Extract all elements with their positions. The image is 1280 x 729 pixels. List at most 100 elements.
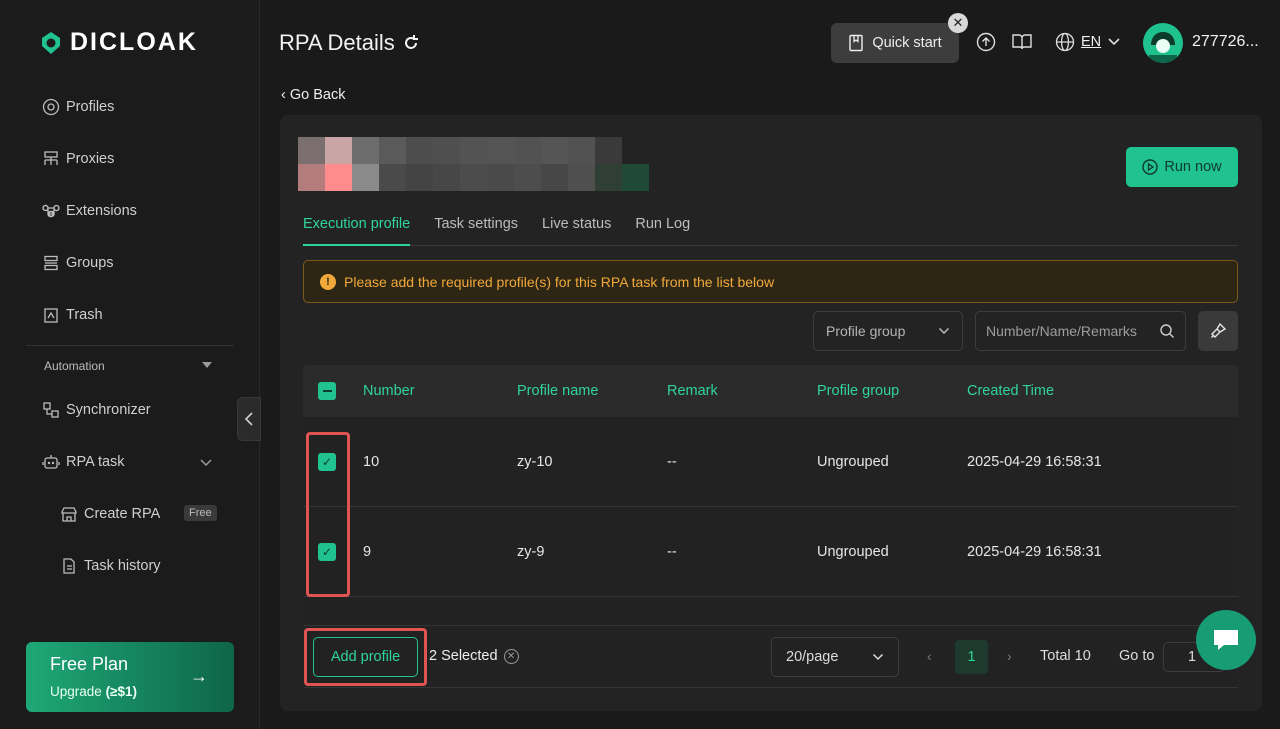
add-profile-highlight [304, 628, 427, 686]
cell-created-time: 2025-04-29 16:58:31 [967, 543, 1102, 560]
chevron-down-icon[interactable] [199, 458, 213, 468]
warning-alert: ! Please add the required profile(s) for… [303, 260, 1238, 303]
sidebar-item-label: Task history [84, 558, 161, 574]
brand-logo[interactable]: DICLOAK [38, 28, 198, 57]
plan-title: Free Plan [50, 654, 129, 674]
layers-icon [44, 255, 58, 271]
cell-remark: -- [667, 453, 677, 470]
sidebar-item-label: Proxies [66, 151, 115, 167]
globe-icon [1055, 32, 1075, 52]
page-size-label: 20/page [786, 649, 839, 665]
sidebar-item-profiles[interactable]: Profiles [42, 95, 114, 119]
table-row[interactable]: ✓ 10 zy-10 -- Ungrouped 2025-04-29 16:58… [303, 417, 1238, 507]
go-back-link[interactable]: ‹ Go Back [281, 87, 345, 103]
sidebar-item-create-rpa[interactable]: Create RPA [60, 502, 160, 526]
upload-icon[interactable] [975, 31, 997, 53]
column-header-number[interactable]: Number [363, 383, 517, 399]
minus-icon [318, 382, 336, 400]
book-icon [849, 34, 864, 52]
sidebar-item-label: Create RPA [84, 506, 161, 522]
prev-page-icon[interactable]: ‹ [927, 648, 932, 664]
sidebar-item-label: Trash [66, 307, 103, 323]
username[interactable]: 277726... [1192, 33, 1259, 51]
cell-profile-name: zy-10 [517, 453, 553, 470]
selected-count: 2 Selected ✕ [429, 648, 519, 664]
next-page-icon[interactable]: › [1007, 648, 1012, 664]
search-icon [1160, 324, 1174, 338]
go-back-label: Go Back [289, 87, 346, 103]
cell-number: 9 [363, 543, 372, 560]
task-name-redacted [298, 137, 664, 199]
tab-task-settings[interactable]: Task settings [434, 216, 518, 246]
clear-filter-button[interactable] [1198, 311, 1238, 351]
upgrade-plan-card[interactable]: Free Plan Upgrade (≥$1) → [26, 642, 234, 712]
sidebar-item-synchronizer[interactable]: Synchronizer [42, 398, 151, 422]
chevron-left-icon: ‹ [281, 87, 286, 103]
page-number-current[interactable]: 1 [955, 640, 988, 674]
sidebar-item-task-history[interactable]: Task history [60, 554, 161, 578]
chat-icon [1214, 630, 1238, 650]
cell-number: 10 [363, 453, 380, 470]
column-header-profile-name[interactable]: Profile name [517, 383, 667, 399]
column-header-profile-group[interactable]: Profile group [817, 383, 967, 399]
quick-start-button[interactable]: Quick start [831, 23, 959, 63]
cell-profile-group: Ungrouped [817, 453, 889, 470]
cell-profile-name: zy-9 [517, 543, 545, 560]
table-spacer [303, 598, 1238, 626]
trash-icon [44, 308, 58, 323]
tab-live-status[interactable]: Live status [542, 216, 611, 246]
sidebar-item-rpa-task[interactable]: RPA task [42, 450, 125, 474]
close-icon[interactable]: ✕ [948, 13, 968, 33]
open-book-icon[interactable] [1011, 31, 1033, 53]
sidebar-item-proxies[interactable]: Proxies [42, 147, 114, 171]
plan-price: (≥$1) [105, 684, 137, 699]
profile-group-select[interactable]: Profile group [813, 311, 963, 351]
cell-remark: -- [667, 543, 677, 560]
language-label: EN [1081, 34, 1102, 50]
column-header-remark[interactable]: Remark [667, 383, 817, 399]
sidebar-divider [26, 345, 234, 346]
store-icon [61, 507, 77, 522]
logo-icon [42, 31, 60, 54]
sidebar-item-groups[interactable]: Groups [42, 251, 114, 275]
page-title: RPA Details [279, 30, 421, 56]
sidebar-item-extensions[interactable]: Extensions [42, 199, 137, 223]
chevron-down-icon [872, 653, 884, 661]
checkbox-highlight [306, 432, 350, 597]
brush-icon [1211, 322, 1227, 338]
refresh-icon[interactable] [401, 33, 421, 53]
avatar[interactable] [1143, 23, 1183, 63]
caret-down-icon[interactable] [202, 362, 212, 368]
sidebar-item-label: Profiles [66, 99, 115, 115]
plan-upgrade-label: Upgrade [50, 684, 102, 699]
chevron-left-icon [244, 412, 253, 426]
chevron-down-icon [938, 327, 950, 335]
tab-bar: Execution profile Task settings Live sta… [303, 216, 1238, 246]
table-row[interactable]: ✓ 9 zy-9 -- Ungrouped 2025-04-29 16:58:3… [303, 507, 1238, 597]
profile-group-label: Profile group [826, 323, 906, 339]
chat-support-button[interactable] [1196, 610, 1256, 670]
network-icon [44, 151, 58, 165]
sidebar-item-label: RPA task [66, 454, 125, 470]
collapse-sidebar-button[interactable] [237, 397, 261, 441]
select-all-checkbox[interactable] [303, 382, 363, 400]
sidebar-item-trash[interactable]: Trash [42, 303, 103, 327]
document-icon [63, 558, 75, 574]
sidebar-item-label: Groups [66, 255, 114, 271]
chevron-down-icon [1108, 38, 1120, 46]
free-badge: Free [184, 505, 217, 521]
tab-run-log[interactable]: Run Log [635, 216, 690, 246]
run-now-label: Run now [1164, 159, 1222, 175]
clear-selection-icon[interactable]: ✕ [503, 648, 519, 664]
alert-text: Please add the required profile(s) for t… [344, 273, 775, 290]
chrome-icon [42, 98, 60, 116]
page-size-select[interactable]: 20/page [771, 637, 899, 677]
search-input[interactable]: Number/Name/Remarks [975, 311, 1186, 351]
column-header-created-time[interactable]: Created Time [967, 383, 1237, 399]
language-selector[interactable]: EN [1055, 32, 1121, 52]
arrow-right-icon: → [190, 666, 208, 686]
tab-execution-profile[interactable]: Execution profile [303, 216, 411, 246]
run-now-button[interactable]: Run now [1126, 147, 1238, 187]
sync-icon [43, 402, 59, 418]
section-label-automation: Automation [44, 359, 105, 373]
